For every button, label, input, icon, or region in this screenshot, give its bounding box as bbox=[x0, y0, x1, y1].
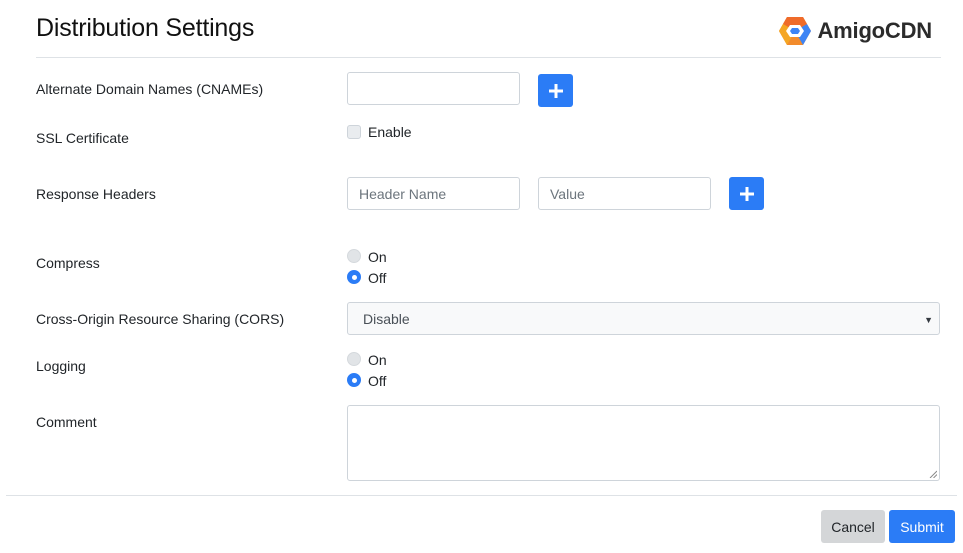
submit-button[interactable]: Submit bbox=[889, 510, 955, 543]
add-header-button[interactable] bbox=[729, 177, 764, 210]
compress-on-radio[interactable] bbox=[347, 249, 361, 263]
cors-label: Cross-Origin Resource Sharing (CORS) bbox=[36, 311, 285, 327]
response-headers-label: Response Headers bbox=[36, 186, 156, 202]
resize-grip-icon[interactable] bbox=[929, 470, 937, 478]
comment-textarea[interactable] bbox=[347, 405, 940, 481]
add-cname-button[interactable] bbox=[538, 74, 573, 107]
cnames-label: Alternate Domain Names (CNAMEs) bbox=[36, 81, 264, 97]
logging-on-radio[interactable] bbox=[347, 352, 361, 366]
hexagon-logo-icon bbox=[779, 17, 812, 45]
brand-logo: AmigoCDN bbox=[779, 16, 932, 46]
header-value-input[interactable] bbox=[538, 177, 711, 210]
header: Distribution Settings AmigoCDN bbox=[36, 0, 941, 58]
compress-on-label: On bbox=[368, 249, 387, 265]
logging-off-radio[interactable] bbox=[347, 373, 361, 387]
page-title: Distribution Settings bbox=[36, 14, 255, 42]
header-name-input[interactable] bbox=[347, 177, 520, 210]
logging-off-label: Off bbox=[368, 373, 387, 389]
compress-label: Compress bbox=[36, 255, 100, 271]
ssl-enable-checkbox[interactable] bbox=[347, 125, 361, 139]
logging-label: Logging bbox=[36, 358, 86, 374]
plus-icon bbox=[739, 186, 754, 201]
ssl-enable-label: Enable bbox=[368, 124, 412, 140]
ssl-label: SSL Certificate bbox=[36, 130, 129, 146]
compress-off-label: Off bbox=[368, 270, 387, 286]
brand-name: AmigoCDN bbox=[817, 18, 932, 43]
comment-label: Comment bbox=[36, 414, 97, 430]
compress-off-radio[interactable] bbox=[347, 270, 361, 284]
chevron-down-icon: ▼ bbox=[924, 315, 933, 325]
plus-icon bbox=[548, 83, 563, 98]
cors-selected-value: Disable bbox=[363, 310, 410, 327]
logging-on-label: On bbox=[368, 352, 387, 368]
cancel-button[interactable]: Cancel bbox=[821, 510, 885, 543]
footer-divider bbox=[6, 495, 957, 496]
cnames-input[interactable] bbox=[347, 72, 520, 105]
cors-select[interactable]: Disable ▼ bbox=[347, 302, 940, 335]
